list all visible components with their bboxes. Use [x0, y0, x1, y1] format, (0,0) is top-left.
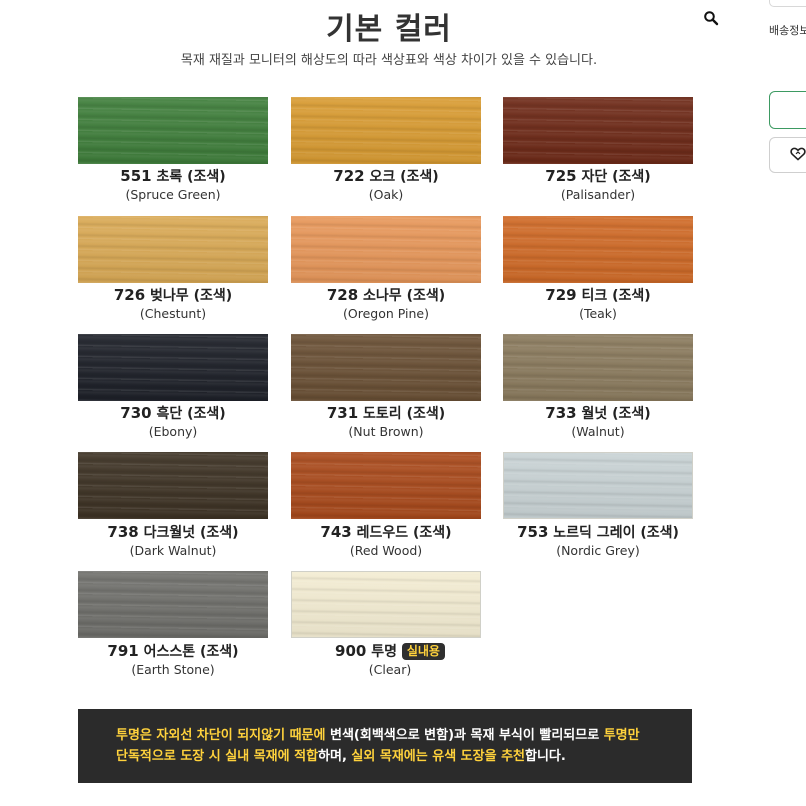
- indoor-use-badge: 실내용: [401, 643, 445, 660]
- option-select-box[interactable]: [769, 0, 806, 7]
- swatch-caption-551: 551 초록 (조색) (Spruce Green): [120, 167, 226, 203]
- swatch-729: [503, 216, 693, 283]
- swatch-900: [291, 571, 481, 638]
- color-disclaimer: 목재 재질과 모니터의 해상도의 따라 색상표와 색상 차이가 있을 수 있습니…: [180, 53, 598, 68]
- swatch-caption-728: 728 소나무 (조색) (Oregon Pine): [326, 286, 446, 322]
- heart-icon: [790, 147, 806, 161]
- swatch-caption-726: 726 벚나무 (조색) (Chestunt): [113, 286, 233, 322]
- swatch-caption-753: 753 노르딕 그레이 (조색) (Nordic Grey): [517, 523, 679, 559]
- swatch-722: [291, 97, 481, 164]
- swatch-caption-731: 731 도토리 (조색) (Nut Brown): [326, 404, 446, 440]
- swatch-753: [503, 452, 693, 519]
- wishlist-button[interactable]: [769, 137, 806, 173]
- swatch-730: [78, 334, 268, 401]
- swatch-738: [78, 452, 268, 519]
- search-icon[interactable]: [703, 10, 719, 26]
- swatch-caption-722: 722 오크 (조색) (Oak): [333, 167, 439, 203]
- swatch-caption-729: 729 티크 (조색) (Teak): [545, 286, 651, 322]
- page-title: 기본 컬러: [326, 12, 452, 47]
- swatch-725: [503, 97, 693, 164]
- swatch-791: [78, 571, 268, 638]
- swatch-743: [291, 452, 481, 519]
- swatch-caption-730: 730 흑단 (조색) (Ebony): [120, 404, 226, 440]
- swatch-731: [291, 334, 481, 401]
- swatch-caption-738: 738 다크월넛 (조색) (Dark Walnut): [107, 523, 239, 559]
- swatch-728: [291, 216, 481, 283]
- swatch-caption-725: 725 자단 (조색) (Palisander): [545, 167, 651, 203]
- clear-coat-notice: 투명은 자외선 차단이 되지않기 때문에 변색(회백색으로 변함)과 목재 부식…: [78, 709, 692, 783]
- swatch-caption-733: 733 월넛 (조색) (Walnut): [545, 404, 651, 440]
- swatch-726: [78, 216, 268, 283]
- shipping-info-label: 배송정보: [769, 24, 806, 37]
- swatch-caption-900: 900 투명 실내용 (Clear): [275, 643, 505, 678]
- swatch-733: [503, 334, 693, 401]
- swatch-551: [78, 97, 268, 164]
- swatch-caption-791: 791 어스스톤 (조색) (Earth Stone): [107, 642, 239, 678]
- buy-button[interactable]: [769, 91, 806, 129]
- swatch-caption-743: 743 레드우드 (조색) (Red Wood): [320, 523, 452, 559]
